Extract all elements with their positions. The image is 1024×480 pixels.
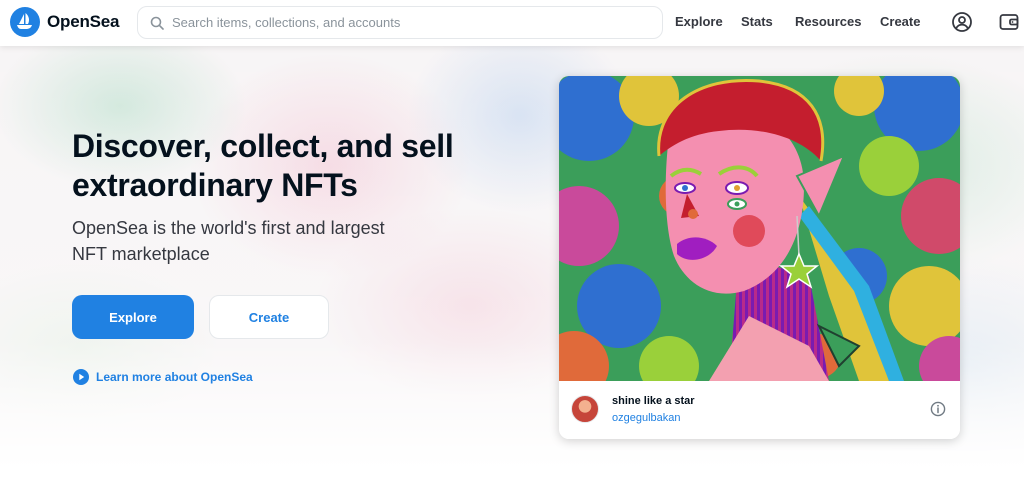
learn-more-label: Learn more about OpenSea bbox=[96, 370, 253, 384]
featured-card-footer: shine like a star ozgegulbakan bbox=[559, 381, 960, 439]
explore-button[interactable]: Explore bbox=[72, 295, 194, 339]
hero-headline: Discover, collect, and sell extraordinar… bbox=[72, 128, 454, 203]
page-bottom-strip bbox=[0, 470, 1024, 480]
search-icon bbox=[142, 16, 172, 30]
hero-subhead: OpenSea is the world's first and largest… bbox=[72, 218, 385, 264]
nav-create[interactable]: Create bbox=[880, 14, 920, 29]
info-icon[interactable] bbox=[930, 401, 946, 417]
featured-nft-card[interactable]: shine like a star ozgegulbakan bbox=[559, 76, 960, 439]
featured-item-creator-link[interactable]: ozgegulbakan bbox=[612, 412, 681, 424]
creator-avatar[interactable] bbox=[571, 395, 599, 423]
nav-resources[interactable]: Resources bbox=[795, 14, 861, 29]
search-bar[interactable] bbox=[137, 6, 663, 39]
top-navigation-bar: OpenSea Explore Stats Resources Create bbox=[0, 0, 1024, 46]
featured-artwork-image[interactable] bbox=[559, 76, 960, 381]
opensea-logo-icon bbox=[10, 7, 40, 37]
play-circle-icon bbox=[73, 369, 89, 385]
brand-name: OpenSea bbox=[47, 12, 120, 31]
nav-stats[interactable]: Stats bbox=[741, 14, 773, 29]
learn-more-link[interactable]: Learn more about OpenSea bbox=[73, 369, 253, 385]
brand-logo-link[interactable]: OpenSea bbox=[10, 7, 119, 37]
featured-item-title[interactable]: shine like a star bbox=[612, 395, 695, 407]
wallet-icon[interactable] bbox=[998, 11, 1020, 33]
hero-section: Discover, collect, and sell extraordinar… bbox=[0, 46, 1024, 470]
create-button[interactable]: Create bbox=[209, 295, 329, 339]
nav-explore[interactable]: Explore bbox=[675, 14, 723, 29]
search-input[interactable] bbox=[172, 7, 652, 38]
account-icon[interactable] bbox=[951, 11, 973, 33]
